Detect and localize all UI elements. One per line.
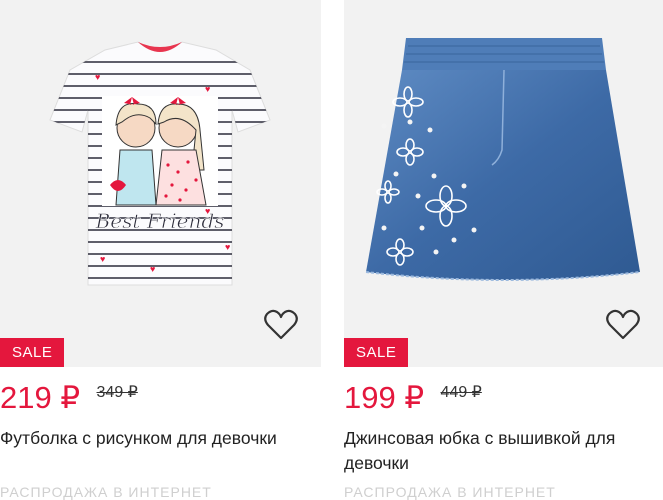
current-price: 199 ₽ bbox=[344, 380, 425, 415]
current-price: 219 ₽ bbox=[0, 380, 81, 415]
svg-text:♥: ♥ bbox=[205, 84, 210, 94]
sale-badge: SALE bbox=[0, 338, 65, 367]
product-card-skirt[interactable]: SALE 199 ₽ 449 ₽ Джинсовая юбка с вышивк… bbox=[344, 0, 663, 500]
heart-outline-icon bbox=[606, 309, 640, 340]
price-row: 199 ₽ 449 ₽ bbox=[344, 380, 482, 416]
product-image-tshirt[interactable]: Best Friends ♥ ♥ ♥ ♥ ♥ ♥ SALE bbox=[0, 0, 321, 367]
svg-text:♥: ♥ bbox=[205, 206, 210, 216]
product-title[interactable]: Джинсовая юбка с вышивкой для девочки bbox=[344, 426, 663, 476]
price-row: 219 ₽ 349 ₽ bbox=[0, 380, 138, 416]
sale-badge: SALE bbox=[344, 338, 409, 367]
product-title[interactable]: Футболка с рисунком для девочки bbox=[0, 426, 321, 451]
product-image-skirt[interactable]: SALE bbox=[344, 0, 663, 367]
product-card-tshirt[interactable]: Best Friends ♥ ♥ ♥ ♥ ♥ ♥ SALE 219 ₽ 349 ₽ Ф… bbox=[0, 0, 321, 500]
old-price: 449 ₽ bbox=[440, 384, 482, 401]
svg-text:♥: ♥ bbox=[100, 254, 105, 264]
svg-text:♥: ♥ bbox=[225, 242, 230, 252]
favorite-button[interactable] bbox=[605, 308, 641, 342]
svg-text:♥: ♥ bbox=[150, 264, 155, 274]
heart-outline-icon bbox=[264, 309, 298, 340]
product-subtitle-cut: РАСПРОДАЖА В ИНТЕРНЕТ bbox=[344, 484, 556, 500]
old-price: 349 ₽ bbox=[96, 384, 138, 401]
product-subtitle-cut: РАСПРОДАЖА В ИНТЕРНЕТ bbox=[0, 484, 212, 500]
favorite-button[interactable] bbox=[263, 308, 299, 342]
svg-text:♥: ♥ bbox=[95, 72, 100, 82]
